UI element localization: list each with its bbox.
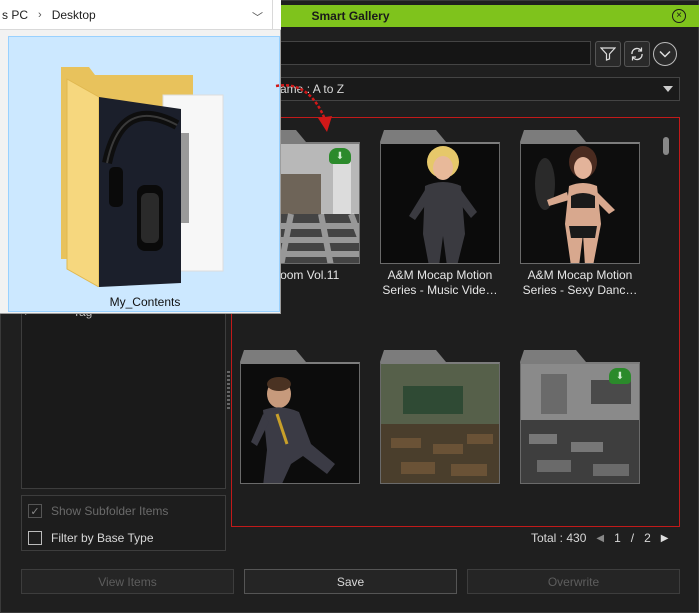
checkbox-checked-icon: ✓	[28, 504, 42, 518]
folder-tab	[240, 350, 306, 362]
thumbnail: ⬇	[520, 362, 640, 484]
breadcrumb-chevron-icon: ›	[38, 8, 42, 21]
total-count: Total : 430	[531, 531, 587, 545]
search-input[interactable]: h	[231, 41, 591, 65]
chevron-down-icon	[659, 50, 671, 58]
sync-icon	[631, 47, 643, 61]
thumbnail	[380, 142, 500, 264]
folder-name: My_Contents	[109, 295, 181, 309]
drag-arrow-icon	[275, 84, 332, 132]
prev-page-icon[interactable]: ◀	[596, 533, 604, 544]
cloud-download-icon[interactable]: ⬇	[329, 148, 351, 164]
folder-tab	[520, 130, 586, 142]
page-separator: /	[630, 531, 635, 545]
content-grid: ⬇ owroom Vol.11 A&M Mocap Motion Series …	[231, 117, 680, 527]
tile-label: A&M Mocap Motion Series - Music Vide…	[382, 268, 498, 297]
address-divider	[272, 0, 273, 30]
blonde-dancer-thumbnail	[381, 144, 499, 263]
options-panel: ✓ Show Subfolder Items Filter by Base Ty…	[21, 495, 226, 551]
filter-button[interactable]	[595, 41, 621, 67]
folder-tab	[380, 350, 446, 362]
breadcrumb-this-pc[interactable]: s PC	[2, 8, 28, 22]
grid-scrollbar[interactable]	[663, 137, 669, 155]
address-bar[interactable]: s PC › Desktop ﹀	[0, 0, 281, 30]
folder-tab	[520, 350, 586, 362]
filter-base-type-checkbox[interactable]: Filter by Base Type	[28, 531, 154, 545]
show-subfolder-checkbox[interactable]: ✓ Show Subfolder Items	[28, 504, 168, 518]
thumbnail	[520, 142, 640, 264]
folder-with-headphones-icon	[61, 67, 224, 288]
filter-icon	[600, 47, 616, 61]
dark-dancer-thumbnail	[521, 144, 639, 263]
more-options-button[interactable]	[653, 42, 677, 66]
sync-button[interactable]	[624, 41, 650, 67]
pager: Total : 430 ◀ 1 / 2 ▶	[531, 531, 669, 545]
current-page: 1	[614, 531, 621, 545]
folder-item[interactable]: My_Contents	[8, 36, 280, 312]
classroom-thumbnail	[381, 364, 499, 483]
tile-label: A&M Mocap Motion Series - Sexy Danc…	[522, 268, 638, 297]
checkbox-icon	[28, 531, 42, 545]
window-title: Smart Gallery	[311, 9, 390, 23]
overwrite-button[interactable]: Overwrite	[467, 569, 680, 594]
panel-splitter[interactable]	[227, 371, 230, 411]
next-page-icon[interactable]: ▶	[661, 533, 669, 544]
close-icon[interactable]: ×	[672, 9, 686, 23]
male-dancer-thumbnail	[241, 364, 359, 483]
filter-base-type-label: Filter by Base Type	[51, 531, 154, 545]
thumbnail	[240, 362, 360, 484]
breadcrumb-desktop[interactable]: Desktop	[52, 8, 96, 22]
thumbnail	[380, 362, 500, 484]
show-subfolder-label: Show Subfolder Items	[51, 504, 169, 518]
view-items-button[interactable]: View Items	[21, 569, 234, 594]
chevron-down-icon[interactable]: ﹀	[252, 9, 263, 25]
dropdown-caret-icon	[663, 86, 673, 92]
file-explorer-window: s PC › Desktop ﹀ My_Contents	[0, 0, 281, 314]
cloud-download-icon[interactable]: ⬇	[609, 368, 631, 384]
page-count: 2	[644, 531, 651, 545]
folder-tab	[380, 130, 446, 142]
save-button[interactable]: Save	[244, 569, 457, 594]
